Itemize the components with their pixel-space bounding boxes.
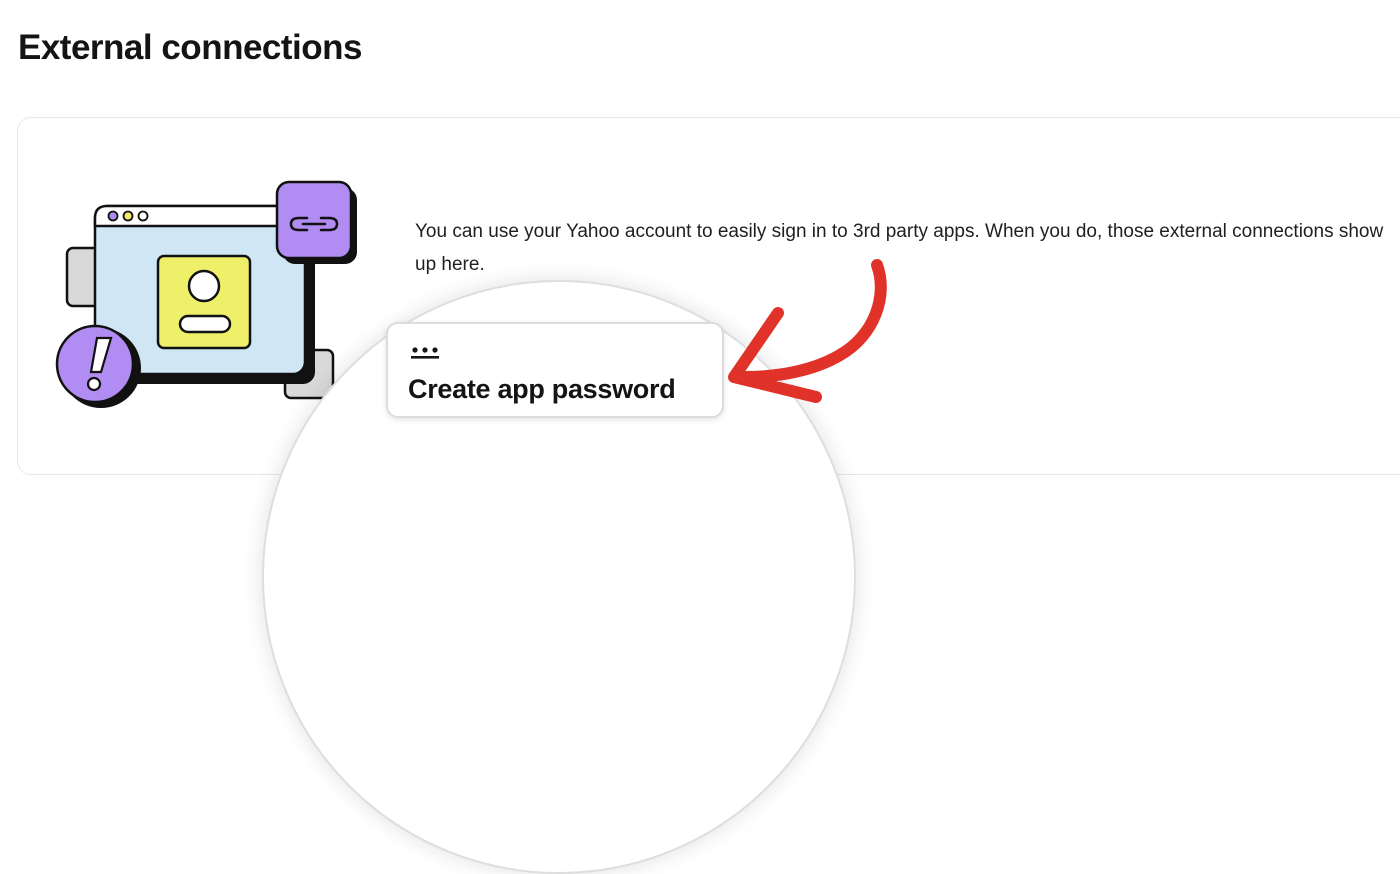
dots-icon <box>411 347 439 359</box>
magnifier-partial-text: ... Sh... <box>417 280 479 291</box>
page-title: External connections <box>18 28 362 67</box>
link-icon <box>275 180 353 260</box>
create-app-password-label: Create app password <box>408 374 676 404</box>
window-dot <box>137 210 149 222</box>
red-arrow-annotation <box>728 259 887 403</box>
connections-illustration <box>55 180 357 408</box>
create-app-password-button[interactable]: Create app password <box>386 322 724 418</box>
window-dot <box>107 210 119 222</box>
window-dot <box>122 210 134 222</box>
